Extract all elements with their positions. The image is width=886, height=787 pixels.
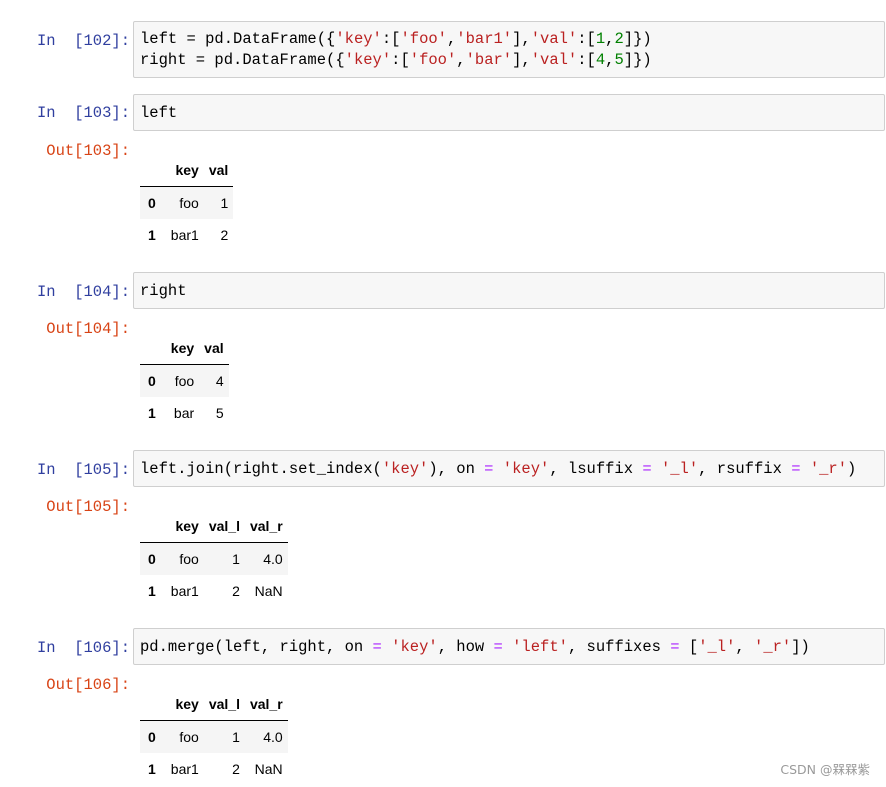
table-header-row: key val [140,154,234,187]
output-103: key val 0 foo 1 1 bar1 2 [140,154,234,251]
table-cell: 4.0 [263,729,283,745]
table-cell: bar1 [170,583,199,599]
table-cell: foo [179,195,199,211]
in-prompt-102: In [102]: [36,32,130,50]
column-header: key [165,154,204,187]
output-104: key val 0 foo 4 1 bar 5 [140,332,229,429]
row-index: 1 [148,761,156,777]
table-cell: bar [173,405,195,421]
output-106: key val_l val_r 0 foo 1 4.0 1 bar1 2 NaN [140,688,288,785]
code-text-103: left [140,104,178,122]
out-prompt-105: Out[105]: [46,498,130,516]
column-header: key [165,688,204,721]
table-cell: NaN [254,583,283,599]
output-105: key val_l val_r 0 foo 1 4.0 1 bar1 2 NaN [140,510,288,607]
dataframe-table: key val 0 foo 4 1 bar 5 [140,332,229,429]
table-cell: 1 [232,729,240,745]
table-row: 1 bar1 2 NaN [140,575,288,607]
table-cell: foo [179,729,199,745]
row-index: 0 [148,373,156,389]
table-cell: foo [179,551,199,567]
table-cell: 5 [215,405,224,421]
column-header: val_r [244,688,288,721]
out-prompt-104: Out[104]: [46,320,130,338]
row-index: 1 [148,405,156,421]
code-text-104: right [140,282,187,300]
code-cell-102[interactable]: left = pd.DataFrame({'key':['foo','bar1'… [133,21,885,78]
column-header: val [199,332,229,365]
code-cell-103[interactable]: left [133,94,885,131]
table-row: 1 bar 5 [140,397,229,429]
table-cell: bar1 [170,227,199,243]
column-header: key [165,510,204,543]
row-index: 1 [148,583,156,599]
code-cell-104[interactable]: right [133,272,885,309]
table-row: 0 foo 1 4.0 [140,720,288,753]
dataframe-table: key val_l val_r 0 foo 1 4.0 1 bar1 2 NaN [140,510,288,607]
in-prompt-103: In [103]: [36,104,130,122]
column-header: val [203,154,234,187]
column-header: val_l [203,688,245,721]
column-header: val_r [244,510,288,543]
row-index: 0 [148,551,156,567]
dataframe-table: key val_l val_r 0 foo 1 4.0 1 bar1 2 NaN [140,688,288,785]
table-row: 0 foo 4 [140,364,229,397]
table-row: 0 foo 1 [140,186,234,219]
dataframe-table: key val 0 foo 1 1 bar1 2 [140,154,234,251]
table-cell: 2 [220,227,229,243]
code-cell-105[interactable]: left.join(right.set_index('key'), on = '… [133,450,885,487]
table-row: 1 bar1 2 [140,219,233,251]
table-row: 1 bar1 2 NaN [140,753,288,785]
table-cell: bar1 [170,761,199,777]
column-header: val_l [203,510,245,543]
table-header-row: key val_l val_r [140,688,288,721]
table-cell: 4 [215,373,224,389]
table-cell: 4.0 [263,551,283,567]
table-cell: 1 [232,551,240,567]
table-header-row: key val_l val_r [140,510,288,543]
column-header: key [165,332,200,365]
out-prompt-106: Out[106]: [46,676,130,694]
table-cell: 2 [232,761,240,777]
code-cell-106[interactable]: pd.merge(left, right, on = 'key', how = … [133,628,885,665]
table-row: 0 foo 1 4.0 [140,542,288,575]
row-index: 0 [148,195,156,211]
table-cell: 2 [232,583,240,599]
code-text-105: left.join(right.set_index('key'), on = '… [140,460,857,478]
watermark: CSDN @槑槑紫 [780,762,870,777]
table-cell: 1 [220,195,229,211]
out-prompt-103: Out[103]: [46,142,130,160]
in-prompt-105: In [105]: [36,461,130,479]
row-index: 1 [148,227,156,243]
table-header-row: key val [140,332,229,365]
row-index: 0 [148,729,156,745]
in-prompt-106: In [106]: [36,639,130,657]
table-cell: NaN [254,761,283,777]
table-cell: foo [174,373,195,389]
code-text-106: pd.merge(left, right, on = 'key', how = … [140,638,810,656]
code-text-102: left = pd.DataFrame({'key':['foo','bar1'… [140,30,652,69]
in-prompt-104: In [104]: [36,283,130,301]
